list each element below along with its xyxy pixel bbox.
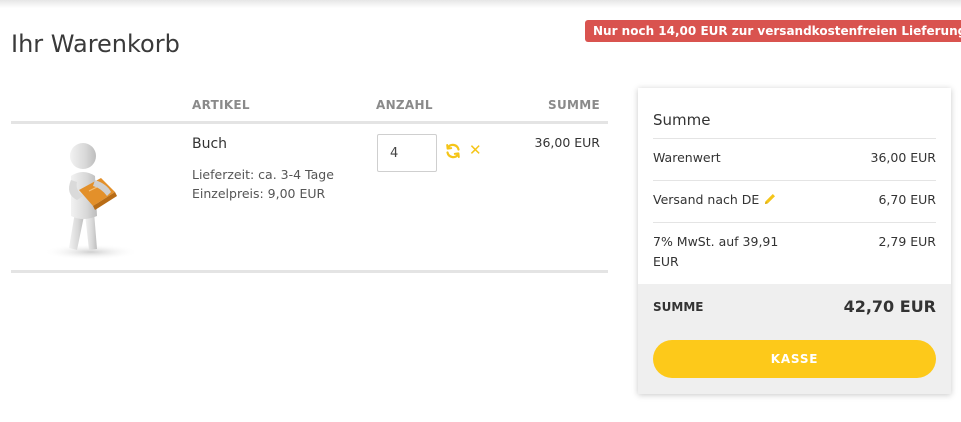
column-header-article: ARTIKEL <box>192 98 250 112</box>
total-label: SUMME <box>653 300 704 314</box>
column-header-sum: SUMME <box>548 98 600 112</box>
page-title: Ihr Warenkorb <box>11 30 180 58</box>
refresh-icon[interactable] <box>445 143 461 159</box>
product-unit-price: Einzelpreis: 9,00 EUR <box>192 186 326 201</box>
pencil-edit-icon[interactable] <box>763 192 777 206</box>
summary-title: Summe <box>653 111 711 129</box>
remove-item-icon[interactable]: ✕ <box>469 141 482 159</box>
order-summary-box: Summe Warenwert 36,00 EUR Versand nach D… <box>638 88 951 394</box>
item-sum: 36,00 EUR <box>534 135 601 150</box>
divider <box>653 222 936 223</box>
cart-table: ARTIKEL ANZAHL SUMME Buch Lieferzeit: ca… <box>11 90 608 273</box>
summary-row-label: Warenwert <box>653 150 721 165</box>
summary-footer: SUMME 42,70 EUR KASSE <box>638 284 951 394</box>
checkout-button[interactable]: KASSE <box>653 340 936 378</box>
free-shipping-badge: Nur noch 14,00 EUR zur versandkostenfrei… <box>585 20 961 42</box>
cart-item-row: Buch Lieferzeit: ca. 3-4 Tage Einzelprei… <box>11 124 608 273</box>
summary-row-value: 6,70 EUR <box>878 192 936 207</box>
book-reading-figure-icon[interactable] <box>31 134 151 262</box>
product-name[interactable]: Buch <box>192 136 227 152</box>
divider <box>653 138 936 139</box>
summary-row-label: Versand nach DE <box>653 192 760 207</box>
divider <box>653 180 936 181</box>
cart-table-header: ARTIKEL ANZAHL SUMME <box>11 90 608 124</box>
quantity-input[interactable] <box>377 134 437 172</box>
summary-row-value: 2,79 EUR <box>878 234 936 249</box>
summary-row-label: 7% MwSt. auf 39,91 EUR <box>653 234 779 269</box>
total-value: 42,70 EUR <box>843 297 936 316</box>
product-delivery-time: Lieferzeit: ca. 3-4 Tage <box>192 167 334 182</box>
summary-row-value: 36,00 EUR <box>870 150 937 165</box>
column-header-quantity: ANZAHL <box>376 98 433 112</box>
header-shadow <box>0 0 961 8</box>
